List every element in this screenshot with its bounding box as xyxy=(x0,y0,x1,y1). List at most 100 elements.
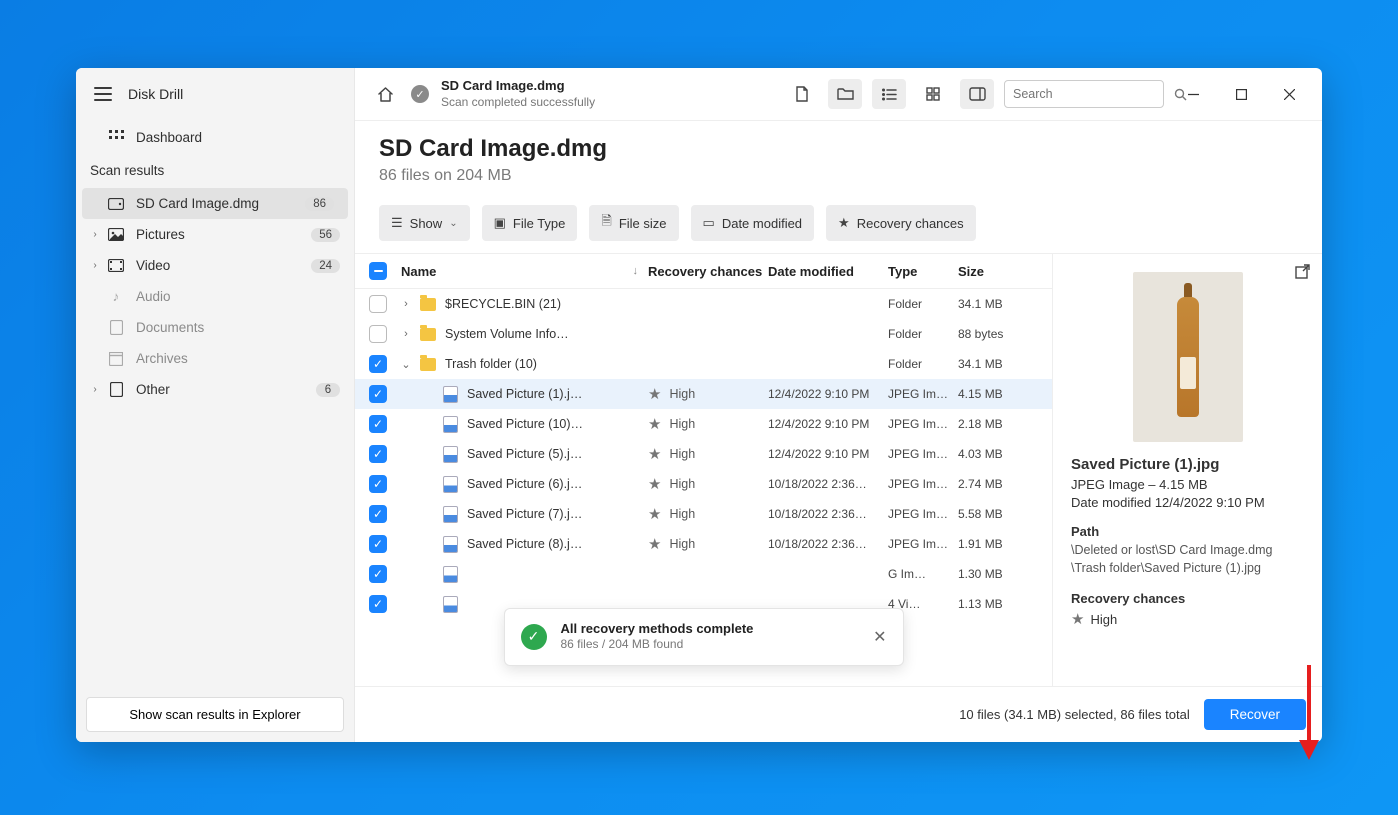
menu-icon[interactable] xyxy=(94,87,112,101)
table-row[interactable]: G Im…1.30 MB xyxy=(355,559,1052,589)
filter-bar: ☰Show⌄ ▣File Type 🗎File size ▭Date modif… xyxy=(355,191,1322,253)
expand-icon[interactable]: ⌄ xyxy=(395,358,417,371)
table-row[interactable]: Saved Picture (10)…★High12/4/2022 9:10 P… xyxy=(355,409,1052,439)
preview-path-label: Path xyxy=(1071,524,1304,539)
list-view-icon[interactable] xyxy=(872,79,906,109)
minimize-button[interactable] xyxy=(1174,79,1212,109)
row-type: JPEG Im… xyxy=(888,447,958,461)
row-checkbox[interactable] xyxy=(369,505,387,523)
grid-view-icon[interactable] xyxy=(916,79,950,109)
row-recovery: ★High xyxy=(648,415,768,433)
filter-file-size[interactable]: 🗎File size xyxy=(589,205,678,241)
filter-show[interactable]: ☰Show⌄ xyxy=(379,205,470,241)
table-row[interactable]: Saved Picture (8).j…★High10/18/2022 2:36… xyxy=(355,529,1052,559)
row-checkbox[interactable] xyxy=(369,535,387,553)
toast-close-button[interactable]: ✕ xyxy=(873,627,886,647)
sidebar-item-label: Audio xyxy=(136,289,171,304)
column-type[interactable]: Type xyxy=(888,264,958,279)
sidebar-item-pictures[interactable]: › Pictures 56 xyxy=(76,219,354,250)
row-name: Saved Picture (10)… xyxy=(461,417,648,431)
preview-chances: ★ High xyxy=(1071,610,1304,628)
chevron-right-icon: › xyxy=(90,260,100,271)
table-row[interactable]: Saved Picture (1).j…★High12/4/2022 9:10 … xyxy=(355,379,1052,409)
row-checkbox[interactable] xyxy=(369,475,387,493)
row-date: 10/18/2022 2:36… xyxy=(768,537,888,551)
selection-status: 10 files (34.1 MB) selected, 86 files to… xyxy=(959,707,1190,722)
image-file-icon xyxy=(439,386,461,403)
row-name: Saved Picture (1).j… xyxy=(461,387,648,401)
row-checkbox[interactable] xyxy=(369,295,387,313)
preview-thumbnail xyxy=(1133,272,1243,442)
row-type: Folder xyxy=(888,297,958,311)
row-checkbox[interactable] xyxy=(369,415,387,433)
table-row[interactable]: ›System Volume Info…Folder88 bytes xyxy=(355,319,1052,349)
column-name[interactable]: Name↓ xyxy=(395,264,648,279)
popout-icon[interactable] xyxy=(1295,264,1310,279)
row-checkbox[interactable] xyxy=(369,445,387,463)
row-type: JPEG Im… xyxy=(888,477,958,491)
sidebar-toggle-icon[interactable] xyxy=(960,79,994,109)
table-header: Name↓ Recovery chances Date modified Typ… xyxy=(355,254,1052,289)
page-subtitle: 86 files on 204 MB xyxy=(379,167,1298,185)
sidebar-badge: 56 xyxy=(311,228,340,242)
recover-button[interactable]: Recover xyxy=(1204,699,1306,730)
row-checkbox[interactable] xyxy=(369,565,387,583)
row-size: 1.30 MB xyxy=(958,567,1038,581)
filter-recovery-chances[interactable]: ★Recovery chances xyxy=(826,205,976,241)
row-name: Saved Picture (7).j… xyxy=(461,507,648,521)
table-row[interactable]: Saved Picture (7).j…★High10/18/2022 2:36… xyxy=(355,499,1052,529)
column-recovery[interactable]: Recovery chances xyxy=(648,264,768,279)
expand-icon[interactable]: › xyxy=(395,298,417,310)
chevron-right-icon: › xyxy=(90,229,100,240)
filter-file-type[interactable]: ▣File Type xyxy=(482,205,578,241)
star-icon: ★ xyxy=(1071,610,1084,628)
new-file-icon[interactable] xyxy=(784,79,818,109)
sidebar-badge: 24 xyxy=(311,259,340,273)
row-date: 10/18/2022 2:36… xyxy=(768,507,888,521)
titlebar-subtitle: Scan completed successfully xyxy=(441,95,595,110)
table-row[interactable]: Saved Picture (5).j…★High12/4/2022 9:10 … xyxy=(355,439,1052,469)
sidebar-item-dashboard[interactable]: Dashboard xyxy=(76,122,354,153)
star-icon: ★ xyxy=(838,215,850,231)
picture-icon: ▣ xyxy=(494,215,506,231)
image-file-icon xyxy=(439,476,461,493)
sidebar-item-other[interactable]: › Other 6 xyxy=(76,374,354,405)
sidebar-item-documents[interactable]: Documents xyxy=(76,312,354,343)
sidebar-item-sd-card[interactable]: SD Card Image.dmg 86 xyxy=(82,188,348,219)
close-button[interactable] xyxy=(1270,79,1308,109)
show-in-explorer-button[interactable]: Show scan results in Explorer xyxy=(86,697,344,732)
row-date: 12/4/2022 9:10 PM xyxy=(768,447,888,461)
filter-date-modified[interactable]: ▭Date modified xyxy=(691,205,815,241)
sidebar-item-video[interactable]: › Video 24 xyxy=(76,250,354,281)
titlebar-title: SD Card Image.dmg xyxy=(441,78,595,94)
table-row[interactable]: ›$RECYCLE.BIN (21)Folder34.1 MB xyxy=(355,289,1052,319)
folder-icon[interactable] xyxy=(828,79,862,109)
sidebar-item-archives[interactable]: Archives xyxy=(76,343,354,374)
row-recovery: ★High xyxy=(648,505,768,523)
page-heading: SD Card Image.dmg 86 files on 204 MB xyxy=(355,121,1322,191)
sidebar-item-label: Other xyxy=(136,382,170,397)
maximize-button[interactable] xyxy=(1222,79,1260,109)
folder-icon xyxy=(417,358,439,371)
column-size[interactable]: Size xyxy=(958,264,1038,279)
titlebar-text: SD Card Image.dmg Scan completed success… xyxy=(441,78,595,109)
search-field[interactable] xyxy=(1013,87,1174,101)
home-icon[interactable] xyxy=(369,78,401,110)
column-date[interactable]: Date modified xyxy=(768,264,888,279)
row-checkbox[interactable] xyxy=(369,325,387,343)
chevron-down-icon: ⌄ xyxy=(449,218,457,229)
row-checkbox[interactable] xyxy=(369,355,387,373)
expand-icon[interactable]: › xyxy=(395,328,417,340)
row-checkbox[interactable] xyxy=(369,595,387,613)
image-file-icon xyxy=(439,566,461,583)
preview-panel: Saved Picture (1).jpg JPEG Image – 4.15 … xyxy=(1052,254,1322,686)
sidebar-item-audio[interactable]: ♪ Audio xyxy=(76,281,354,312)
footer-bar: 10 files (34.1 MB) selected, 86 files to… xyxy=(355,686,1322,742)
table-row[interactable]: Saved Picture (6).j…★High10/18/2022 2:36… xyxy=(355,469,1052,499)
row-checkbox[interactable] xyxy=(369,385,387,403)
image-file-icon xyxy=(439,596,461,613)
toast-title: All recovery methods complete xyxy=(561,621,754,638)
table-row[interactable]: ⌄Trash folder (10)Folder34.1 MB xyxy=(355,349,1052,379)
search-input[interactable] xyxy=(1004,80,1164,108)
select-all-checkbox[interactable] xyxy=(369,262,387,280)
